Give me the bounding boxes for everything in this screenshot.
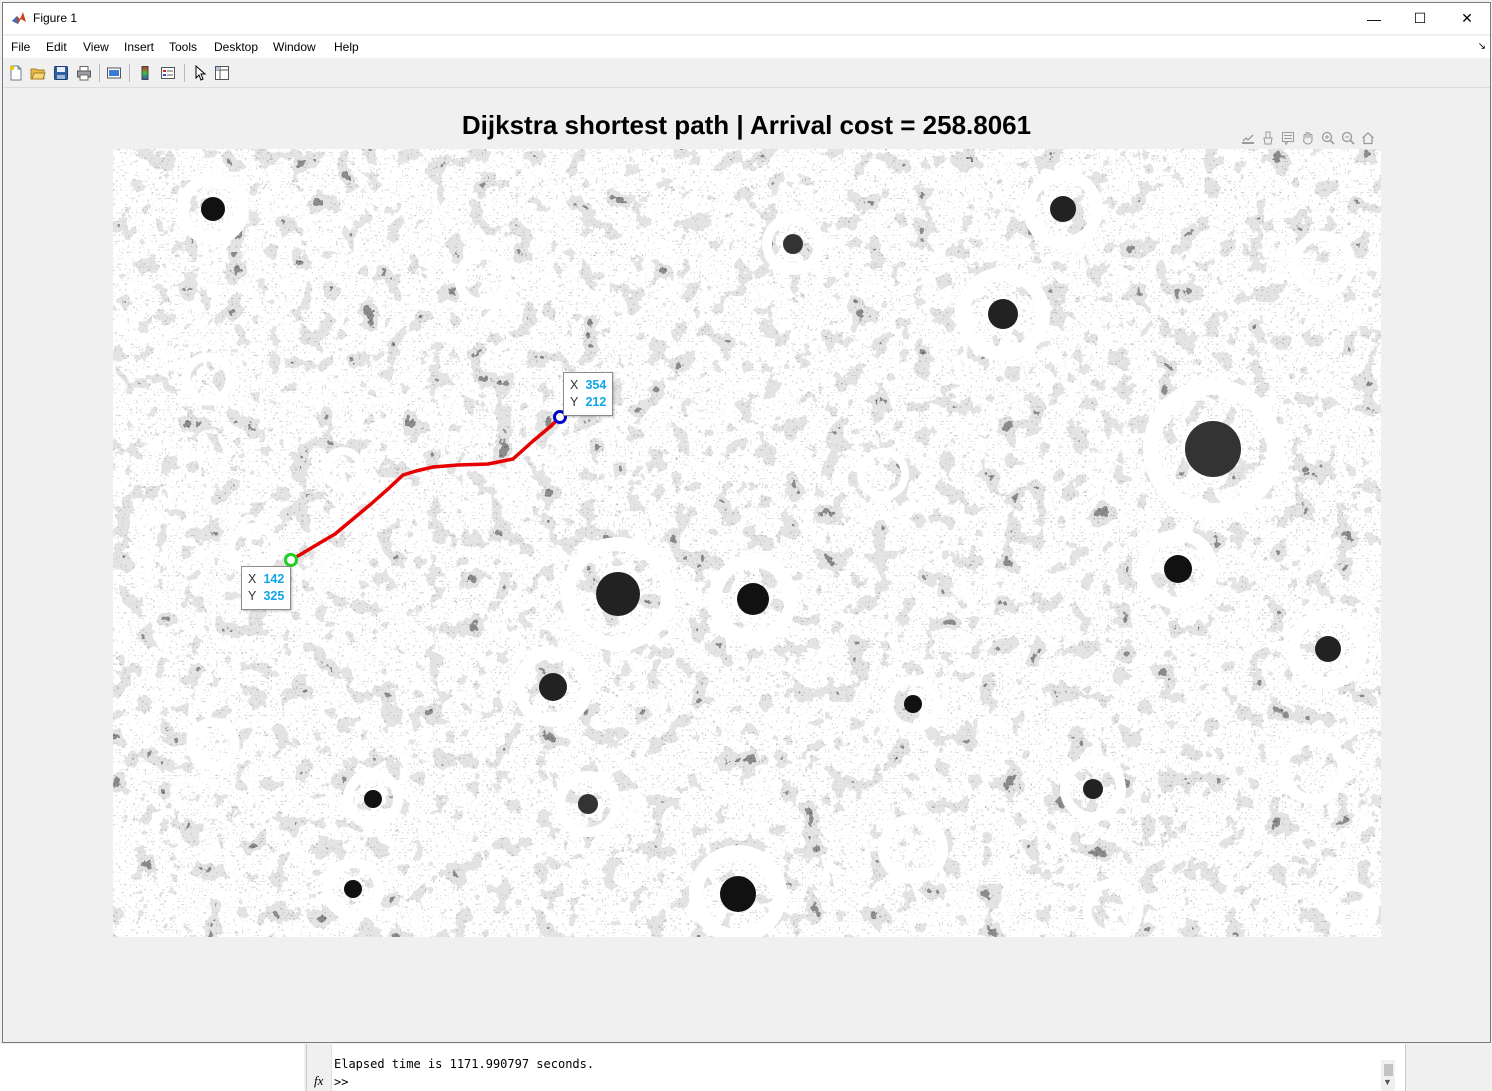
menu-view[interactable]: View [83,40,109,54]
menu-tools[interactable]: Tools [169,40,197,54]
datatip-start-x-row: X 142 [248,571,284,588]
datatip-end-x-value: 354 [585,378,607,392]
zoom-in-icon[interactable] [1319,129,1337,147]
datatip-end-x-row: X 354 [570,377,606,394]
insert-colorbar-icon[interactable] [136,64,154,82]
export-icon[interactable] [1239,129,1257,147]
datatip-start-y-row: Y 325 [248,588,284,605]
axes-toolbar [1239,129,1377,147]
minimize-icon: — [1367,10,1381,27]
menu-desktop[interactable]: Desktop [214,40,258,54]
crater-image[interactable] [113,149,1381,937]
datatip-end[interactable]: X 354 Y 212 [563,372,614,416]
figure-window: Figure 1 — ☐ ✕ File Edit View Insert Too… [2,2,1491,1043]
command-output: Elapsed time is 1171.990797 seconds. [334,1057,595,1071]
toolbar-separator [184,64,185,82]
menu-window[interactable]: Window [273,40,316,54]
datatip-start-x-label: X [248,572,257,586]
scrollbar-thumb[interactable] [1384,1064,1393,1076]
close-icon: ✕ [1461,10,1473,26]
datatip-end-x-label: X [570,378,579,392]
window-title: Figure 1 [33,11,78,25]
new-figure-icon[interactable] [7,64,25,82]
toolbar-separator [129,64,130,82]
datatip-end-y-value: 212 [585,395,607,409]
menu-edit[interactable]: Edit [46,40,67,54]
print-icon[interactable] [75,64,93,82]
insert-legend-icon[interactable] [159,64,177,82]
command-window[interactable]: Elapsed time is 1171.990797 seconds. fx … [306,1044,1405,1091]
datatip-icon[interactable] [1279,129,1297,147]
function-browser-icon[interactable]: fx [314,1073,323,1089]
figure-toolbar [3,59,1490,88]
menu-file[interactable]: File [11,40,30,54]
edit-plot-arrow-icon[interactable] [191,64,209,82]
maximize-button[interactable]: ☐ [1397,3,1443,34]
datatip-end-y-label: Y [570,395,579,409]
menu-insert[interactable]: Insert [124,40,154,54]
command-scrollbar[interactable]: ▼ [1381,1060,1395,1091]
toolbar-separator [99,64,100,82]
background-panel-right [1405,1044,1492,1091]
datatip-start-y-value: 325 [263,589,285,603]
command-prompt[interactable]: >> [334,1075,348,1089]
scroll-down-icon[interactable]: ▼ [1383,1077,1392,1087]
background-panel-left [0,1044,304,1091]
datatip-start-x-value: 142 [263,572,285,586]
brush-icon[interactable] [1259,129,1277,147]
datatip-start[interactable]: X 142 Y 325 [241,566,292,610]
maximize-icon: ☐ [1413,10,1427,26]
zoom-out-icon[interactable] [1339,129,1357,147]
minimize-button[interactable]: — [1351,3,1397,34]
datatip-end-y-row: Y 212 [570,394,606,411]
open-file-icon[interactable] [29,64,47,82]
dock-arrow-icon[interactable]: ↘ [1478,41,1486,52]
link-plot-icon[interactable] [105,64,123,82]
save-icon[interactable] [52,64,70,82]
title-bar[interactable]: Figure 1 — ☐ ✕ [3,3,1490,34]
figure-canvas: Dijkstra shortest path | Arrival cost = … [3,88,1490,1042]
close-button[interactable]: ✕ [1444,3,1490,34]
menu-bar: File Edit View Insert Tools Desktop Wind… [3,36,1490,58]
matlab-logo-icon [12,12,26,24]
pan-icon[interactable] [1299,129,1317,147]
menu-help[interactable]: Help [334,40,359,54]
start-marker [284,553,298,567]
property-inspector-icon[interactable] [213,64,231,82]
datatip-start-y-label: Y [248,589,257,603]
restore-view-icon[interactable] [1359,129,1377,147]
